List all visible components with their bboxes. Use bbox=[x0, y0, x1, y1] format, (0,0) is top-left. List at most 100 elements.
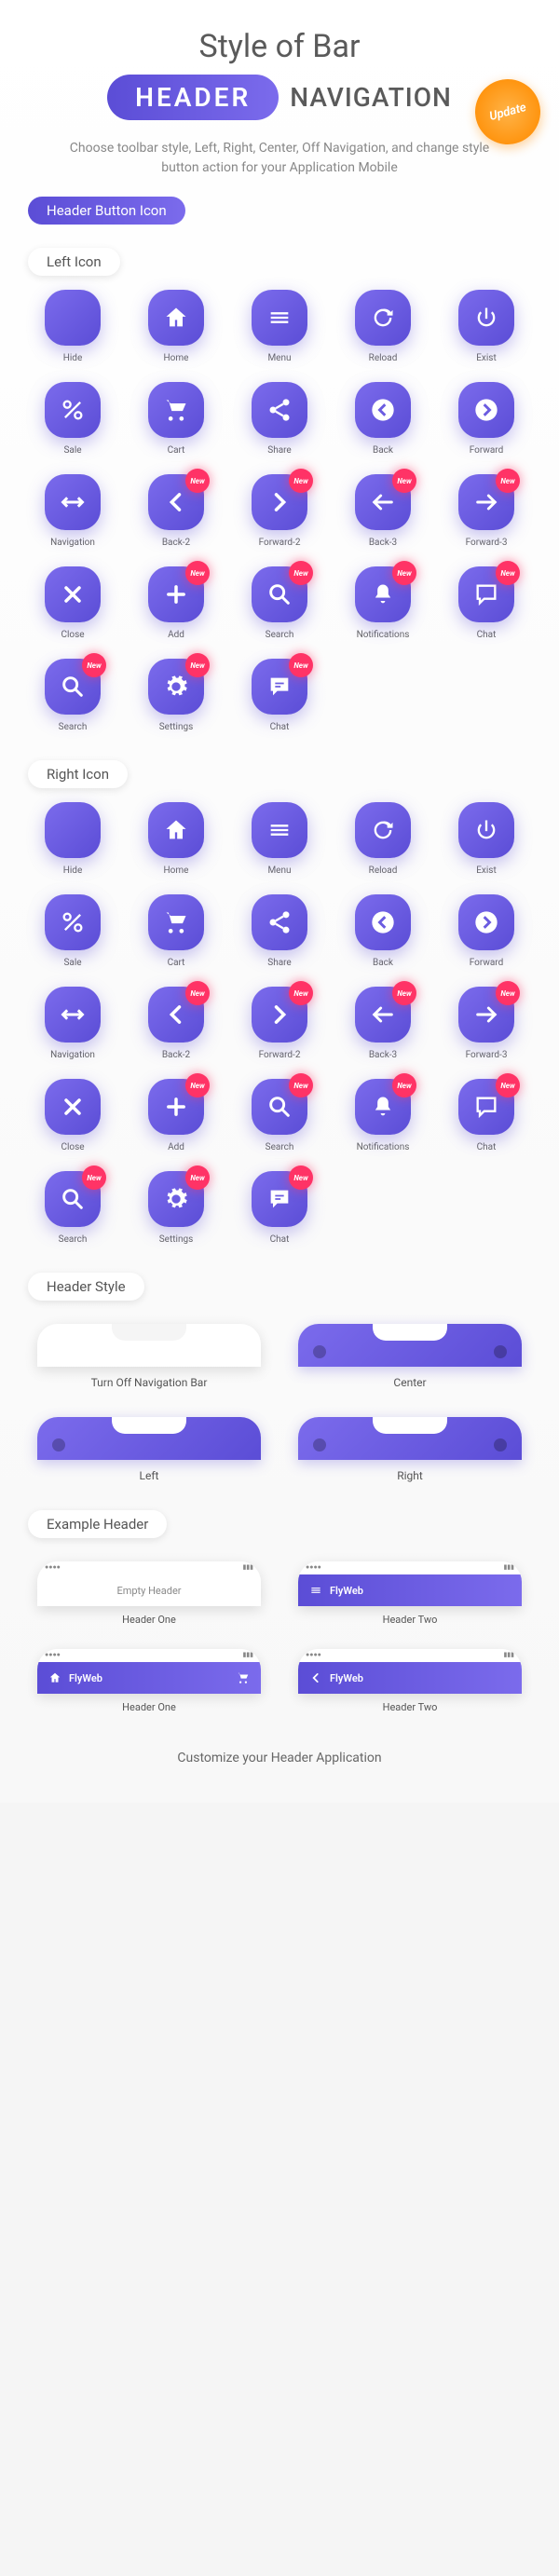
left-icon-option-plus[interactable]: NewAdd bbox=[131, 566, 221, 640]
right-icon-option-forward[interactable]: Forward bbox=[442, 894, 531, 968]
new-badge: New bbox=[289, 561, 313, 585]
header-style-grid: Turn Off Navigation Bar Center Left Right bbox=[19, 1315, 540, 1510]
right-icon-option-search[interactable]: NewSearch bbox=[235, 1079, 324, 1152]
example-phone-preview: ●●●●▮▮▮FlyWeb bbox=[298, 1649, 522, 1694]
left-icon-option-close[interactable]: Close bbox=[28, 566, 117, 640]
header-style-label: Center bbox=[298, 1376, 522, 1389]
navigation-icon bbox=[45, 474, 101, 530]
left-icon-option-gear[interactable]: NewSettings bbox=[131, 659, 221, 732]
right-icon-option-back[interactable]: Back bbox=[338, 894, 428, 968]
icon-label: Hide bbox=[63, 353, 83, 363]
chev-left-icon: New bbox=[148, 987, 204, 1043]
left-icon-option-cart[interactable]: Cart bbox=[131, 382, 221, 456]
status-bar: ●●●●▮▮▮ bbox=[37, 1561, 261, 1574]
header-style-center[interactable]: Center bbox=[298, 1324, 522, 1389]
right-icon-option-share[interactable]: Share bbox=[235, 894, 324, 968]
right-icon-option-arrow-right[interactable]: NewForward-3 bbox=[442, 987, 531, 1060]
left-icon-option-chatfill[interactable]: NewChat bbox=[235, 659, 324, 732]
arrow-left-icon: New bbox=[355, 474, 411, 530]
right-icon-option-percent[interactable]: Sale bbox=[28, 894, 117, 968]
example-header-back[interactable]: ●●●●▮▮▮FlyWebHeader Two bbox=[298, 1649, 522, 1713]
left-icon-option-forward[interactable]: Forward bbox=[442, 382, 531, 456]
left-icon-option-power[interactable]: Exist bbox=[442, 290, 531, 363]
right-icon-option-menu[interactable]: Menu bbox=[235, 802, 324, 876]
example-header-pill: Example Header bbox=[28, 1510, 167, 1538]
icon-label: Settings bbox=[159, 722, 194, 732]
left-icon-option-navigation[interactable]: Navigation bbox=[28, 474, 117, 548]
left-icon-option-arrow-right[interactable]: NewForward-3 bbox=[442, 474, 531, 548]
icon-label: Search bbox=[266, 1142, 294, 1152]
example-header-grid: ●●●●▮▮▮Empty HeaderHeader One●●●●▮▮▮FlyW… bbox=[19, 1552, 540, 1732]
left-icon-option-chev-right[interactable]: NewForward-2 bbox=[235, 474, 324, 548]
left-icon-option-arrow-left[interactable]: NewBack-3 bbox=[338, 474, 428, 548]
right-icon-option-bell[interactable]: NewNotifications bbox=[338, 1079, 428, 1152]
left-icon-option-search[interactable]: NewSearch bbox=[235, 566, 324, 640]
example-header-empty[interactable]: ●●●●▮▮▮Empty HeaderHeader One bbox=[37, 1561, 261, 1626]
right-icon-option-home[interactable]: Home bbox=[131, 802, 221, 876]
icon-label: Search bbox=[266, 630, 294, 640]
example-phone-preview: ●●●●▮▮▮Empty Header bbox=[37, 1561, 261, 1606]
power-icon bbox=[458, 802, 514, 858]
left-icon-option-back[interactable]: Back bbox=[338, 382, 428, 456]
description-text: Choose toolbar style, Left, Right, Cente… bbox=[19, 139, 540, 178]
header-style-left[interactable]: Left bbox=[37, 1417, 261, 1482]
left-icon-option-home[interactable]: Home bbox=[131, 290, 221, 363]
home-icon bbox=[48, 1671, 61, 1684]
new-badge: New bbox=[496, 981, 520, 1005]
left-icon-option-chat[interactable]: NewChat bbox=[442, 566, 531, 640]
back-icon bbox=[355, 894, 411, 950]
right-icon-option-close[interactable]: Close bbox=[28, 1079, 117, 1152]
right-icon-option-search[interactable]: NewSearch bbox=[28, 1171, 117, 1245]
right-icon-option-chev-right[interactable]: NewForward-2 bbox=[235, 987, 324, 1060]
new-badge: New bbox=[82, 1165, 106, 1190]
new-badge: New bbox=[185, 653, 210, 677]
icon-label: Forward-2 bbox=[259, 1050, 301, 1060]
right-icon-option-chev-left[interactable]: NewBack-2 bbox=[131, 987, 221, 1060]
icon-label: Chat bbox=[270, 1234, 290, 1245]
example-header-bar: FlyWeb bbox=[298, 1662, 522, 1694]
right-icon-option-chatfill[interactable]: NewChat bbox=[235, 1171, 324, 1245]
header-style-label: Turn Off Navigation Bar bbox=[37, 1376, 261, 1389]
phone-preview bbox=[37, 1417, 261, 1460]
new-badge: New bbox=[289, 1165, 313, 1190]
right-icon-option-reload[interactable]: Reload bbox=[338, 802, 428, 876]
home-icon bbox=[148, 802, 204, 858]
power-icon bbox=[458, 290, 514, 346]
new-badge: New bbox=[392, 561, 416, 585]
hide-icon bbox=[45, 290, 101, 346]
right-icon-option-navigation[interactable]: Navigation bbox=[28, 987, 117, 1060]
right-icon-option-gear[interactable]: NewSettings bbox=[131, 1171, 221, 1245]
back-icon bbox=[355, 382, 411, 438]
example-header-home-cart[interactable]: ●●●●▮▮▮FlyWebHeader One bbox=[37, 1649, 261, 1713]
left-icon-option-reload[interactable]: Reload bbox=[338, 290, 428, 363]
navigation-text: NAVIGATION bbox=[290, 82, 452, 113]
icon-label: Notifications bbox=[357, 630, 410, 640]
left-icon-pill: Left Icon bbox=[28, 248, 120, 276]
new-badge: New bbox=[185, 1165, 210, 1190]
right-icon-option-hide[interactable]: Hide bbox=[28, 802, 117, 876]
left-icon-option-bell[interactable]: NewNotifications bbox=[338, 566, 428, 640]
right-icon-option-cart[interactable]: Cart bbox=[131, 894, 221, 968]
new-badge: New bbox=[496, 469, 520, 493]
left-icon-option-share[interactable]: Share bbox=[235, 382, 324, 456]
cart-icon bbox=[148, 894, 204, 950]
left-icon-option-chev-left[interactable]: NewBack-2 bbox=[131, 474, 221, 548]
phone-preview bbox=[298, 1417, 522, 1460]
header-style-off[interactable]: Turn Off Navigation Bar bbox=[37, 1324, 261, 1389]
menu-icon bbox=[309, 1584, 322, 1597]
right-icon-option-chat[interactable]: NewChat bbox=[442, 1079, 531, 1152]
page-title: Style of Bar bbox=[19, 28, 540, 65]
page-container: Style of Bar HEADER NAVIGATION Update Ch… bbox=[0, 0, 559, 1803]
icon-label: Reload bbox=[369, 865, 398, 876]
right-icon-option-plus[interactable]: NewAdd bbox=[131, 1079, 221, 1152]
icon-label: Forward-3 bbox=[466, 538, 508, 548]
header-style-right[interactable]: Right bbox=[298, 1417, 522, 1482]
left-icon-option-menu[interactable]: Menu bbox=[235, 290, 324, 363]
left-icon-option-percent[interactable]: Sale bbox=[28, 382, 117, 456]
example-header-menu[interactable]: ●●●●▮▮▮FlyWebHeader Two bbox=[298, 1561, 522, 1626]
right-icon-option-arrow-left[interactable]: NewBack-3 bbox=[338, 987, 428, 1060]
right-icon-option-power[interactable]: Exist bbox=[442, 802, 531, 876]
left-icon-option-search[interactable]: NewSearch bbox=[28, 659, 117, 732]
header-style-label: Left bbox=[37, 1469, 261, 1482]
left-icon-option-hide[interactable]: Hide bbox=[28, 290, 117, 363]
